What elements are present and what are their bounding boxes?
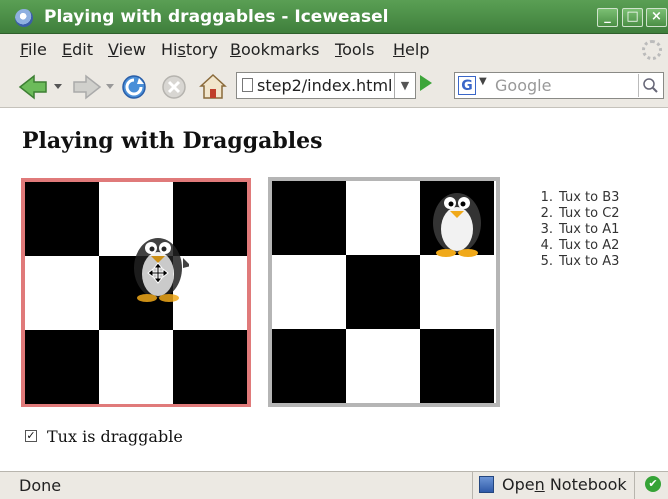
menu-tools[interactable]: Tools	[335, 40, 374, 59]
url-dropdown-icon[interactable]: ▼	[394, 73, 415, 98]
move-cursor-icon	[147, 262, 169, 284]
back-dropdown-icon[interactable]	[53, 83, 63, 91]
board-square[interactable]	[173, 330, 247, 404]
notebook-label: Open Notebook	[502, 475, 627, 494]
search-icon[interactable]	[638, 74, 661, 97]
board-square[interactable]	[420, 329, 494, 403]
search-input[interactable]: Google	[495, 76, 551, 95]
reload-icon[interactable]	[120, 73, 148, 101]
list-item: 4. Tux to A2	[540, 238, 620, 253]
board-square[interactable]	[346, 255, 420, 329]
board-square[interactable]	[99, 330, 173, 404]
board-square[interactable]	[272, 181, 346, 255]
menu-edit[interactable]: Edit	[62, 40, 93, 59]
url-bar[interactable]: step2/index.html ▼	[236, 72, 416, 99]
page-title: Playing with Draggables	[22, 128, 323, 154]
minimize-button[interactable]: _	[597, 8, 618, 27]
status-ok-icon: ✔	[645, 476, 661, 492]
back-icon[interactable]	[18, 74, 50, 100]
board-square[interactable]	[25, 330, 99, 404]
forward-icon[interactable]	[70, 74, 102, 100]
menu-bar: File Edit View History Bookmarks Tools H…	[0, 34, 668, 64]
board-square[interactable]	[346, 329, 420, 403]
menu-help[interactable]: Help	[393, 40, 429, 59]
iceweasel-icon	[15, 9, 33, 27]
list-item: 3. Tux to A1	[540, 222, 620, 237]
maximize-button[interactable]: □	[622, 8, 643, 27]
chessboard-target[interactable]	[268, 177, 500, 407]
menu-history[interactable]: History	[161, 40, 218, 59]
chessboard-active[interactable]	[21, 178, 251, 407]
board-square[interactable]	[25, 182, 99, 256]
draggable-checkbox-label[interactable]: Tux is draggable	[47, 427, 183, 446]
open-notebook-button[interactable]: Open Notebook	[472, 471, 635, 499]
board-square[interactable]	[272, 329, 346, 403]
board-square[interactable]	[346, 181, 420, 255]
board-square[interactable]	[25, 256, 99, 330]
search-bar[interactable]: G ▼ Google	[454, 72, 664, 99]
menu-file[interactable]: File	[20, 40, 47, 59]
menu-view[interactable]: View	[108, 40, 146, 59]
tux-penguin-icon	[433, 193, 481, 257]
stop-icon[interactable]	[160, 73, 188, 101]
menu-bookmarks[interactable]: Bookmarks	[230, 40, 319, 59]
title-bar: Playing with draggables - Iceweasel _ □ …	[0, 0, 668, 34]
home-icon[interactable]	[199, 72, 227, 100]
board-square[interactable]	[420, 255, 494, 329]
notebook-icon	[479, 476, 494, 493]
search-engine-dropdown-icon[interactable]: ▼	[479, 76, 487, 87]
steps-list: 1. Tux to B3 2. Tux to C2 3. Tux to A1 4. Tu…	[533, 190, 620, 270]
list-item: 1. Tux to B3	[540, 190, 620, 205]
window-title: Playing with draggables - Iceweasel	[44, 7, 389, 27]
status-text: Done	[19, 476, 62, 495]
search-engine-icon[interactable]: G	[458, 76, 476, 95]
close-button[interactable]: ×	[646, 8, 667, 27]
go-icon[interactable]	[420, 75, 432, 91]
page-icon	[242, 78, 253, 92]
list-item: 2. Tux to C2	[540, 206, 620, 221]
url-text[interactable]: step2/index.html	[257, 76, 392, 95]
throbber-icon	[642, 40, 662, 60]
draggable-checkbox[interactable]: ✓	[25, 430, 37, 442]
board-square[interactable]	[272, 255, 346, 329]
list-item: 5. Tux to A3	[540, 254, 620, 269]
forward-dropdown-icon[interactable]	[105, 83, 115, 91]
